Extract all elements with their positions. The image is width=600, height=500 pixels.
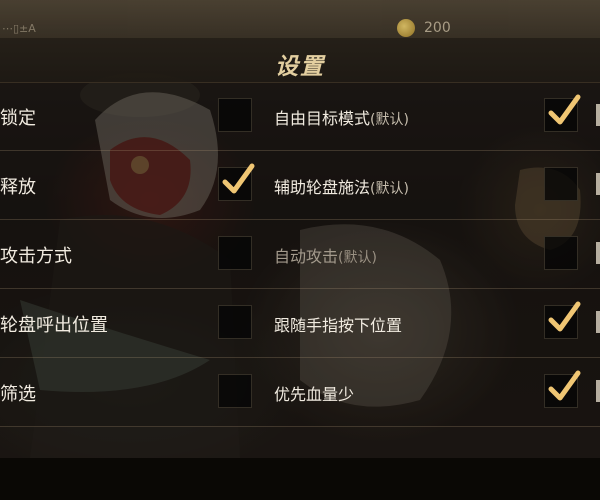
letterbox-bottom xyxy=(0,458,600,500)
setting-label-left: 筛选 xyxy=(0,384,36,405)
settings-row: 攻击方式 自动攻击(默认) xyxy=(0,220,600,289)
setting-label-left: 轮盘呼出位置 xyxy=(0,315,108,336)
checkbox[interactable] xyxy=(544,236,578,270)
checkbox[interactable] xyxy=(218,98,252,132)
truncated-edge-glyph xyxy=(596,173,600,195)
settings-row: 轮盘呼出位置 跟随手指按下位置 xyxy=(0,289,600,358)
checkbox[interactable] xyxy=(218,374,252,408)
checkbox-checked[interactable] xyxy=(544,370,581,408)
truncated-edge-glyph xyxy=(596,380,600,402)
setting-label-left: 释放 xyxy=(0,177,36,198)
checkbox-checked[interactable] xyxy=(218,163,255,201)
game-screen: ⋯▯±A 200 设置 锁定 自由目标模式(默认) 释放 辅助轮盘施法(默认) 攻击方式… xyxy=(0,0,600,458)
settings-header: 设置 xyxy=(0,38,600,83)
truncated-edge-glyph xyxy=(596,104,600,126)
setting-name: 自动攻击 xyxy=(274,247,339,266)
check-icon xyxy=(222,163,255,194)
coin-icon xyxy=(397,19,415,37)
coin-value: 200 xyxy=(424,20,451,36)
truncated-edge-glyph xyxy=(596,311,600,333)
check-icon xyxy=(548,94,581,125)
topbar-left-text: ⋯▯±A xyxy=(2,22,36,35)
checkbox[interactable] xyxy=(544,167,578,201)
setting-label-right: 跟随手指按下位置 xyxy=(274,312,402,336)
default-hint: (默认) xyxy=(338,250,377,266)
setting-label-right: 自动攻击(默认) xyxy=(274,243,377,267)
settings-title: 设置 xyxy=(275,54,325,80)
setting-name: 跟随手指按下位置 xyxy=(274,316,403,335)
checkbox-checked[interactable] xyxy=(544,94,581,132)
settings-row: 锁定 自由目标模式(默认) xyxy=(0,82,600,151)
setting-label-right: 自由目标模式(默认) xyxy=(274,105,409,129)
setting-label-right: 辅助轮盘施法(默认) xyxy=(274,174,409,198)
setting-label-right: 优先血量少 xyxy=(274,381,354,405)
setting-name: 自由目标模式 xyxy=(274,109,371,128)
top-bar: ⋯▯±A 200 xyxy=(0,0,600,38)
setting-label-left: 攻击方式 xyxy=(0,246,72,267)
setting-name: 辅助轮盘施法 xyxy=(274,178,371,197)
check-icon xyxy=(548,370,581,401)
setting-name: 优先血量少 xyxy=(274,385,355,404)
checkbox-checked[interactable] xyxy=(544,301,581,339)
default-hint: (默认) xyxy=(370,112,409,128)
checkbox[interactable] xyxy=(218,305,252,339)
settings-row: 筛选 优先血量少 xyxy=(0,358,600,427)
setting-label-left: 锁定 xyxy=(0,108,36,129)
check-icon xyxy=(548,301,581,332)
truncated-edge-glyph xyxy=(596,242,600,264)
default-hint: (默认) xyxy=(370,181,409,197)
settings-row: 释放 辅助轮盘施法(默认) xyxy=(0,151,600,220)
checkbox[interactable] xyxy=(218,236,252,270)
